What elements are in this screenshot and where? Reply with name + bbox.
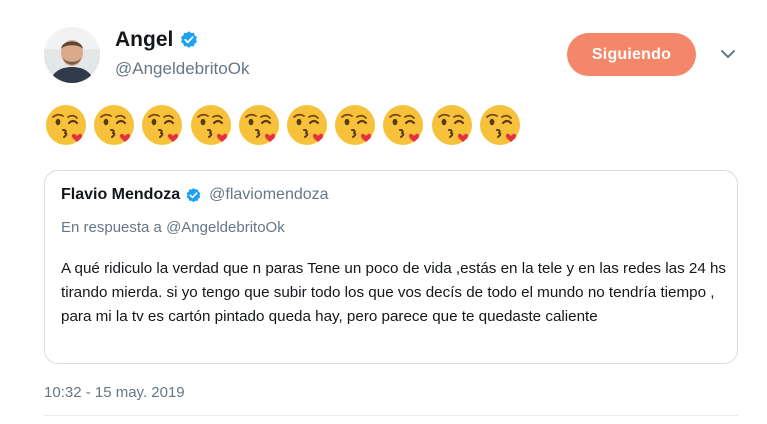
face-blowing-a-kiss-icon [383,105,424,145]
face-blowing-a-kiss-icon [335,105,376,145]
author-name-text: Angel [115,28,174,51]
emoji-row [44,103,522,147]
verified-badge-icon [181,31,198,48]
face-blowing-a-kiss-icon [142,105,183,145]
face-blowing-a-kiss-icon [94,105,135,145]
reply-context: En respuesta a @AngeldebritoOk [61,219,285,236]
chevron-down-icon[interactable] [719,45,737,63]
avatar[interactable] [44,27,100,83]
quoted-tweet-text: A qué ridiculo la verdad que n paras Ten… [61,260,727,325]
face-blowing-a-kiss-icon [238,105,279,145]
face-blowing-a-kiss-icon [431,105,472,145]
face-blowing-a-kiss-icon [190,105,231,145]
divider [44,415,738,416]
quoted-author-handle: @flaviomendoza [209,186,329,203]
author-handle[interactable]: @AngeldebritoOk [115,59,249,79]
author-name[interactable]: Angel [115,28,199,52]
verified-badge-icon [186,187,201,202]
face-blowing-a-kiss-icon [286,105,327,145]
quoted-author-name: Flavio Mendoza [61,186,181,203]
quoted-author[interactable]: Flavio Mendoza @flaviomendoza [61,186,329,204]
face-blowing-a-kiss-icon [479,105,520,145]
following-button[interactable]: Siguiendo [567,33,696,76]
quoted-tweet[interactable]: Flavio Mendoza @flaviomendoza En respues… [44,170,738,364]
face-blowing-a-kiss-icon [46,105,86,145]
avatar-photo-icon [44,27,100,83]
reply-prefix: En respuesta a [61,219,162,236]
tweet-timestamp[interactable]: 10:32 - 15 may. 2019 [44,384,185,401]
reply-mention-link[interactable]: @AngeldebritoOk [166,219,285,236]
